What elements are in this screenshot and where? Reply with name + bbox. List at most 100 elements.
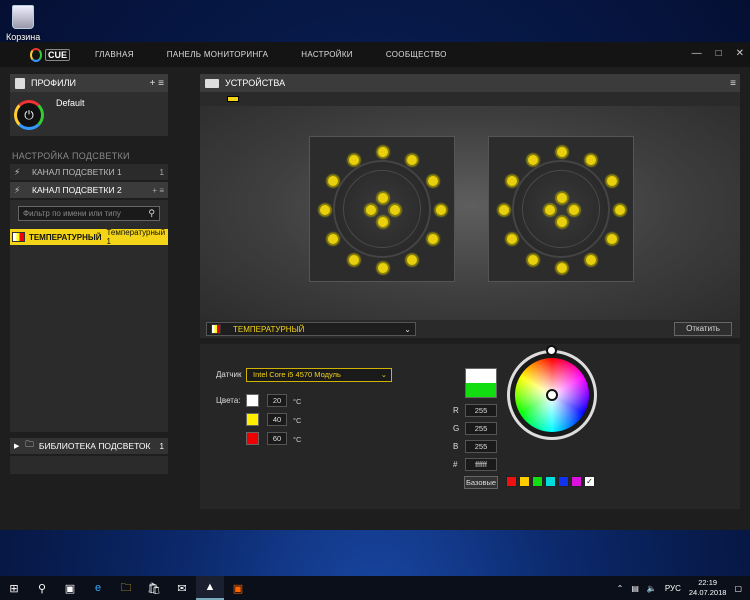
color-wheel-cursor[interactable] (546, 389, 558, 401)
fan-led[interactable] (326, 233, 339, 245)
fan-led[interactable] (527, 153, 539, 166)
fan-led[interactable] (427, 233, 440, 245)
fan-led[interactable] (585, 254, 597, 267)
nav-settings[interactable]: НАСТРОЙКИ (301, 50, 353, 59)
lighting-channel-2[interactable]: ⚡ КАНАЛ ПОДСВЕТКИ 2 + ≡ (10, 182, 168, 198)
fan-led[interactable] (505, 175, 518, 187)
clock[interactable]: 22:19 24.07.2018 (689, 578, 727, 598)
palette-swatch[interactable]: ✓ (584, 476, 595, 487)
fan-led[interactable] (585, 153, 597, 166)
fan-led[interactable] (614, 204, 626, 216)
devices-menu-icon[interactable]: ≡ (730, 78, 736, 89)
store-icon[interactable]: 🛍 (140, 576, 168, 600)
volume-icon[interactable]: 🔈 (647, 584, 657, 593)
fan-led[interactable] (568, 204, 580, 216)
fan-led[interactable] (505, 233, 518, 245)
fan-inner-ring (522, 170, 600, 248)
fan-led[interactable] (348, 153, 360, 166)
fan-led[interactable] (406, 254, 418, 267)
fan-led[interactable] (365, 204, 377, 216)
palette-swatch[interactable] (506, 476, 517, 487)
maximize-icon[interactable]: □ (716, 48, 722, 59)
mail-icon[interactable]: ✉ (168, 576, 196, 600)
search-icon[interactable]: ⚲ (148, 208, 155, 219)
close-icon[interactable]: ✕ (736, 48, 744, 59)
clock-date: 24.07.2018 (688, 588, 727, 597)
icue-logo[interactable]: CUE (30, 47, 70, 62)
effect-type-dropdown[interactable]: ТЕМПЕРАТУРНЫЙ ⌄ (206, 322, 416, 336)
start-icon[interactable]: ⊞ (0, 576, 28, 600)
fan-led[interactable] (326, 175, 339, 187)
g-input[interactable]: 255 (465, 422, 497, 435)
brightness-knob[interactable] (546, 345, 557, 356)
fan-led[interactable] (556, 146, 568, 158)
fan-led[interactable] (377, 262, 389, 274)
network-icon[interactable]: ▤ (631, 584, 639, 593)
revert-button[interactable]: Откатить (674, 322, 732, 336)
fan-led[interactable] (556, 262, 568, 274)
icue-taskbar-icon[interactable]: ▲ (196, 576, 224, 600)
device-tab-selected[interactable] (227, 96, 239, 102)
fan-led[interactable] (427, 175, 440, 187)
nav-home[interactable]: ГЛАВНАЯ (95, 50, 134, 59)
fan-led[interactable] (377, 192, 389, 204)
sensor-dropdown[interactable]: Intel Core i5 4570 Модуль ⌄ (246, 368, 392, 382)
color-wheel-frame (507, 350, 597, 440)
filter-input[interactable]: Фильтр по имени или типу ⚲ (18, 206, 160, 221)
fan-led[interactable] (406, 153, 418, 166)
fan-led[interactable] (348, 254, 360, 267)
profiles-menu-icon[interactable]: ≡ (158, 78, 164, 89)
fan-led[interactable] (527, 254, 539, 267)
add-profile-icon[interactable]: + (150, 78, 156, 89)
r-input[interactable]: 255 (465, 404, 497, 417)
fan-led[interactable] (498, 204, 510, 216)
add-effect-icon[interactable]: + (152, 186, 157, 195)
palette-swatch[interactable] (532, 476, 543, 487)
expand-icon[interactable]: ▶ (14, 442, 19, 450)
fan-2[interactable] (488, 136, 634, 282)
palette-swatch[interactable] (558, 476, 569, 487)
edge-icon[interactable]: e (84, 576, 112, 600)
fan-led[interactable] (377, 216, 389, 228)
channel-menu-icon[interactable]: ≡ (159, 186, 164, 195)
file-explorer-icon[interactable]: 🗀 (112, 576, 140, 600)
palette-swatch[interactable] (545, 476, 556, 487)
color-stop-3-swatch[interactable] (246, 432, 259, 445)
hex-input[interactable]: ffffff (465, 458, 497, 471)
fan-led[interactable] (435, 204, 447, 216)
fan-led[interactable] (556, 216, 568, 228)
fan-led[interactable] (606, 233, 619, 245)
base-colors-button[interactable]: Базовые (464, 476, 498, 489)
nav-community[interactable]: СООБЩЕСТВО (386, 50, 447, 59)
fan-led[interactable] (556, 192, 568, 204)
palette-swatch[interactable] (571, 476, 582, 487)
color-stop-2-temp[interactable]: 40 (267, 413, 287, 426)
color-wheel[interactable] (515, 358, 589, 432)
profile-default[interactable]: ⏻ Default (10, 92, 168, 136)
effect-list-item[interactable]: ТЕМПЕРАТУРНЫЙ Температурный 1 (10, 228, 168, 246)
fan-led[interactable] (377, 146, 389, 158)
tray-expand-icon[interactable]: ⌃ (617, 584, 624, 593)
recycle-bin[interactable]: Корзина (6, 5, 40, 42)
lighting-library[interactable]: ▶ 🗀 БИБЛИОТЕКА ПОДСВЕТОК 1 (10, 438, 168, 454)
notifications-icon[interactable]: ▢ (734, 584, 742, 593)
color-stop-1-swatch[interactable] (246, 394, 259, 407)
effect-selected: ТЕМПЕРАТУРНЫЙ (233, 324, 305, 334)
search-icon[interactable]: ⚲ (28, 576, 56, 600)
fan-led[interactable] (544, 204, 556, 216)
fan-led[interactable] (389, 204, 401, 216)
b-input[interactable]: 255 (465, 440, 497, 453)
fan-1[interactable] (309, 136, 455, 282)
minimize-icon[interactable]: — (692, 48, 702, 59)
palette-swatch[interactable] (519, 476, 530, 487)
lighting-channel-1[interactable]: ⚡ КАНАЛ ПОДСВЕТКИ 1 1 (10, 164, 168, 180)
fan-led[interactable] (319, 204, 331, 216)
color-stop-1-temp[interactable]: 20 (267, 394, 287, 407)
language-indicator[interactable]: РУС (665, 584, 681, 593)
color-stop-3-temp[interactable]: 60 (267, 432, 287, 445)
app-taskbar-icon[interactable]: ▣ (224, 576, 252, 600)
fan-led[interactable] (606, 175, 619, 187)
task-view-icon[interactable]: ▣ (56, 576, 84, 600)
color-stop-2-swatch[interactable] (246, 413, 259, 426)
nav-dashboard[interactable]: ПАНЕЛЬ МОНИТОРИНГА (167, 50, 268, 59)
